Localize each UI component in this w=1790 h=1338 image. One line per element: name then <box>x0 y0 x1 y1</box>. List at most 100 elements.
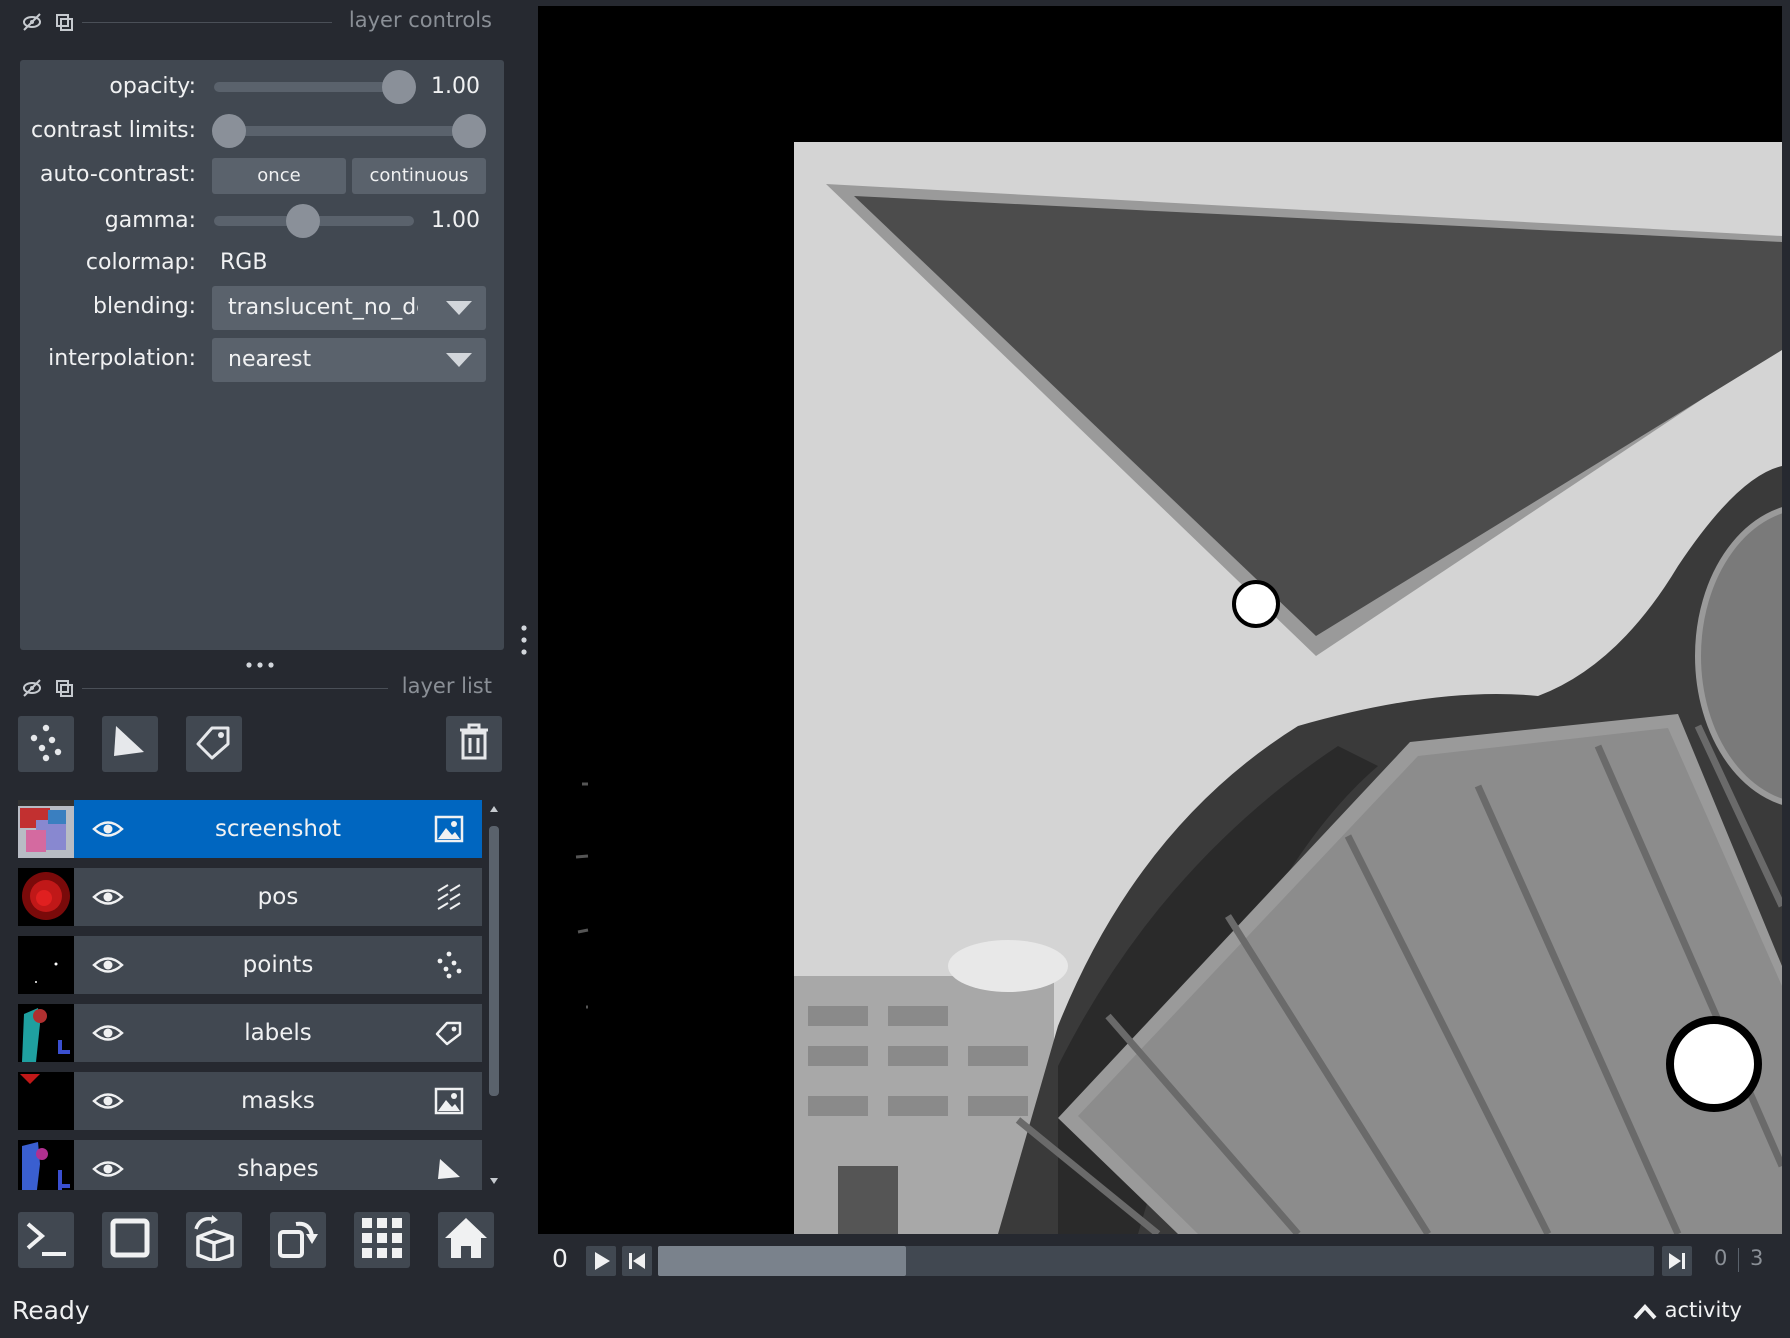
visibility-eye-icon[interactable] <box>92 1156 124 1182</box>
layer-controls-title: layer controls <box>348 8 492 32</box>
opacity-value: 1.00 <box>431 74 480 99</box>
opacity-handle[interactable] <box>382 70 416 104</box>
grid-view-button[interactable] <box>354 1212 410 1268</box>
console-icon <box>24 1218 68 1262</box>
header-divider <box>82 22 332 23</box>
layer-item-shapes[interactable]: shapes <box>18 1140 482 1190</box>
header-divider <box>82 688 388 689</box>
points-icon <box>434 951 464 979</box>
transpose-dims-button[interactable] <box>270 1212 326 1268</box>
gamma-label: gamma: <box>104 208 196 233</box>
layer-controls-header: layer controls <box>0 0 520 44</box>
float-eye-icon[interactable] <box>20 10 44 34</box>
ndisplay-toggle-button[interactable] <box>102 1212 158 1268</box>
viewer-canvas[interactable] <box>538 6 1782 1234</box>
layer-item-screenshot[interactable]: screenshot <box>18 800 482 858</box>
vectors-icon <box>434 883 464 911</box>
colormap-value: RGB <box>220 250 268 275</box>
layer-row-body: pos <box>74 868 482 926</box>
dim-frame-value[interactable]: 0 <box>1714 1246 1727 1270</box>
shapes-icon <box>110 722 150 766</box>
auto-contrast-label: auto-contrast: <box>39 162 196 187</box>
shapes-icon <box>434 1155 464 1183</box>
step-last-button[interactable] <box>1662 1246 1692 1276</box>
float-eye-icon[interactable] <box>20 676 44 700</box>
transpose-icon <box>274 1214 322 1266</box>
layer-thumbnail <box>18 1004 74 1062</box>
layer-name[interactable]: shapes <box>134 1140 422 1190</box>
chevron-down-icon <box>446 301 472 315</box>
colormap-label: colormap: <box>85 250 196 275</box>
layer-row-body: shapes <box>74 1140 482 1190</box>
visibility-eye-icon[interactable] <box>92 816 124 842</box>
home-icon <box>443 1216 489 1264</box>
labels-icon <box>194 722 234 766</box>
layer-thumbnail <box>18 800 74 858</box>
visibility-eye-icon[interactable] <box>92 1088 124 1114</box>
layer-list-title: layer list <box>401 674 492 698</box>
gamma-handle[interactable] <box>286 204 320 238</box>
play-button[interactable] <box>586 1246 616 1276</box>
layer-thumbnail <box>18 1140 74 1190</box>
layer-thumbnail <box>18 868 74 926</box>
roll-dims-button[interactable] <box>186 1212 242 1268</box>
visibility-eye-icon[interactable] <box>92 884 124 910</box>
cube-rotate-icon <box>190 1215 238 1265</box>
new-points-layer-button[interactable] <box>18 716 74 772</box>
layer-item-pos[interactable]: pos <box>18 868 482 926</box>
contrast-limits-label: contrast limits: <box>31 118 196 143</box>
step-first-button[interactable] <box>622 1246 652 1276</box>
new-shapes-layer-button[interactable] <box>102 716 158 772</box>
layer-item-masks[interactable]: masks <box>18 1072 482 1130</box>
layer-name[interactable]: screenshot <box>134 800 422 858</box>
auto-contrast-once-button[interactable]: once <box>212 158 346 194</box>
interpolation-label: interpolation: <box>48 346 196 371</box>
image-icon <box>434 815 464 843</box>
contrast-limits-track <box>214 126 474 136</box>
square-icon <box>108 1216 152 1264</box>
dim-frame-max: 3 <box>1750 1246 1764 1270</box>
gamma-value: 1.00 <box>431 208 480 233</box>
blending-dropdown[interactable]: translucent_no_depth <box>212 286 486 330</box>
undock-icon[interactable] <box>52 676 76 700</box>
layer-thumbnail <box>18 1072 74 1130</box>
layer-row-body: points <box>74 936 482 994</box>
dims-slider-track[interactable] <box>658 1246 1654 1276</box>
contrast-high-handle[interactable] <box>452 114 486 148</box>
skip-back-icon <box>629 1253 645 1269</box>
points-icon <box>26 722 66 766</box>
blending-label: blending: <box>93 294 196 319</box>
opacity-label: opacity: <box>109 74 196 99</box>
dims-slider-handle[interactable] <box>658 1246 906 1276</box>
undock-icon[interactable] <box>52 10 76 34</box>
dims-slider-bar: 0 0 3 <box>538 1236 1790 1286</box>
grid-icon <box>360 1216 404 1264</box>
activity-toggle[interactable]: activity <box>1632 1298 1742 1322</box>
layer-list-header: layer list <box>0 666 520 710</box>
layer-name[interactable]: masks <box>134 1072 422 1130</box>
contrast-low-handle[interactable] <box>212 114 246 148</box>
console-button[interactable] <box>18 1212 74 1268</box>
layer-item-points[interactable]: points <box>18 936 482 994</box>
dim-axis-label: 0 <box>552 1244 568 1273</box>
layer-list-scrollbar[interactable] <box>488 800 500 1190</box>
interpolation-dropdown[interactable]: nearest <box>212 338 486 382</box>
dock-resize-handle[interactable] <box>518 622 530 658</box>
layer-item-labels[interactable]: labels <box>18 1004 482 1062</box>
visibility-eye-icon[interactable] <box>92 952 124 978</box>
chevron-down-icon <box>446 353 472 367</box>
layer-name[interactable]: labels <box>134 1004 422 1062</box>
auto-contrast-continuous-button[interactable]: continuous <box>352 158 486 194</box>
shape-vertex-handle[interactable] <box>1232 580 1280 628</box>
layer-name[interactable]: pos <box>134 868 422 926</box>
shape-vertex-handle[interactable] <box>1666 1016 1762 1112</box>
reset-view-button[interactable] <box>438 1212 494 1268</box>
layer-name[interactable]: points <box>134 936 422 994</box>
image-icon <box>434 1087 464 1115</box>
delete-layer-button[interactable] <box>446 716 502 772</box>
new-labels-layer-button[interactable] <box>186 716 242 772</box>
visibility-eye-icon[interactable] <box>92 1020 124 1046</box>
layer-row-body: screenshot <box>74 800 482 858</box>
layer-controls-panel: opacity: 1.00 contrast limits: auto-cont… <box>20 60 504 650</box>
layer-row-body: labels <box>74 1004 482 1062</box>
